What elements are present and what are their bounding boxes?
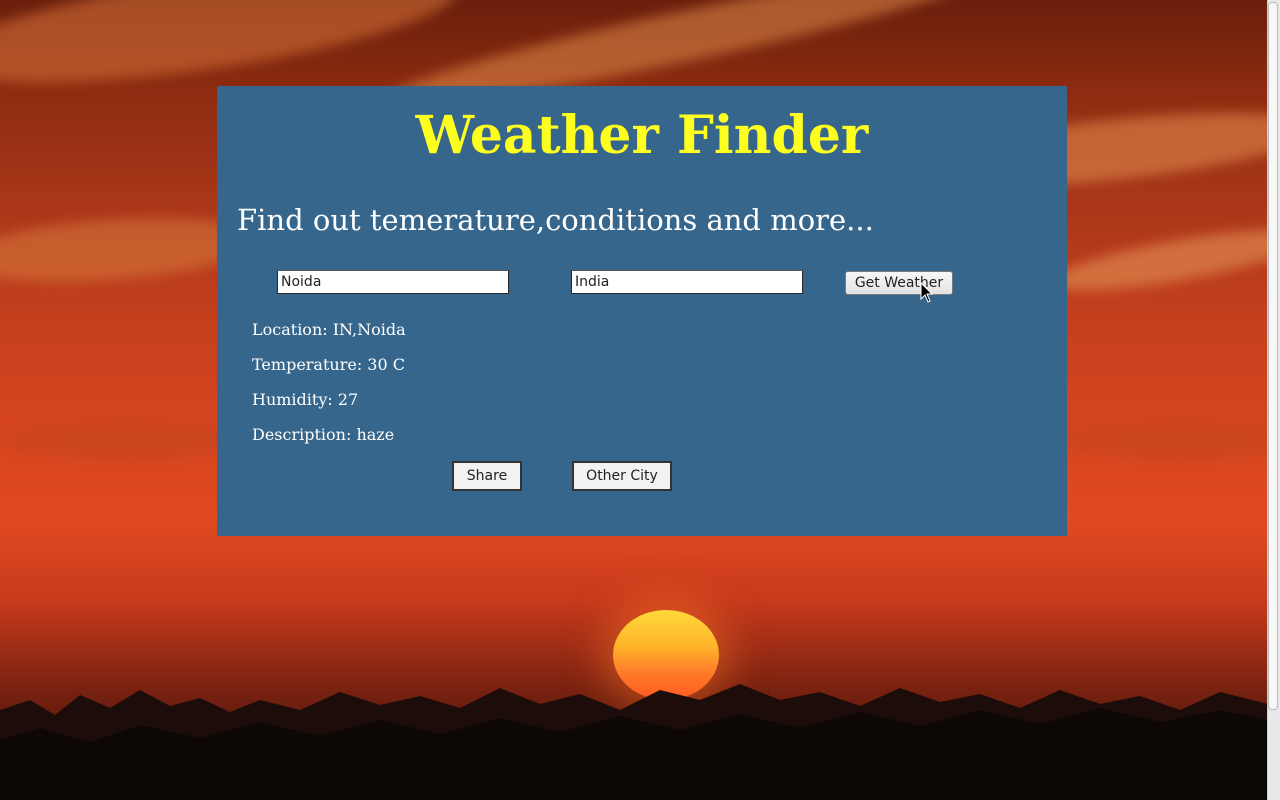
mouse-cursor-icon	[920, 282, 934, 303]
weather-panel: Weather Finder Find out temerature,condi…	[217, 86, 1067, 536]
city-input[interactable]	[277, 270, 509, 294]
other-city-button[interactable]: Other City	[572, 461, 672, 491]
page-subtitle: Find out temerature,conditions and more.…	[237, 203, 874, 237]
page-title: Weather Finder	[415, 105, 869, 166]
country-input[interactable]	[571, 270, 803, 294]
share-button[interactable]: Share	[452, 461, 522, 491]
location-text: Location: IN,Noida	[252, 320, 406, 339]
page-scrollbar[interactable]	[1267, 0, 1280, 800]
sun	[613, 610, 719, 700]
temperature-text: Temperature: 30 C	[252, 355, 405, 374]
description-text: Description: haze	[252, 425, 395, 444]
treeline	[0, 684, 1268, 800]
get-weather-button[interactable]: Get Weather	[845, 271, 953, 295]
scrollbar-thumb[interactable]	[1268, 2, 1278, 710]
humidity-text: Humidity: 27	[252, 390, 359, 409]
